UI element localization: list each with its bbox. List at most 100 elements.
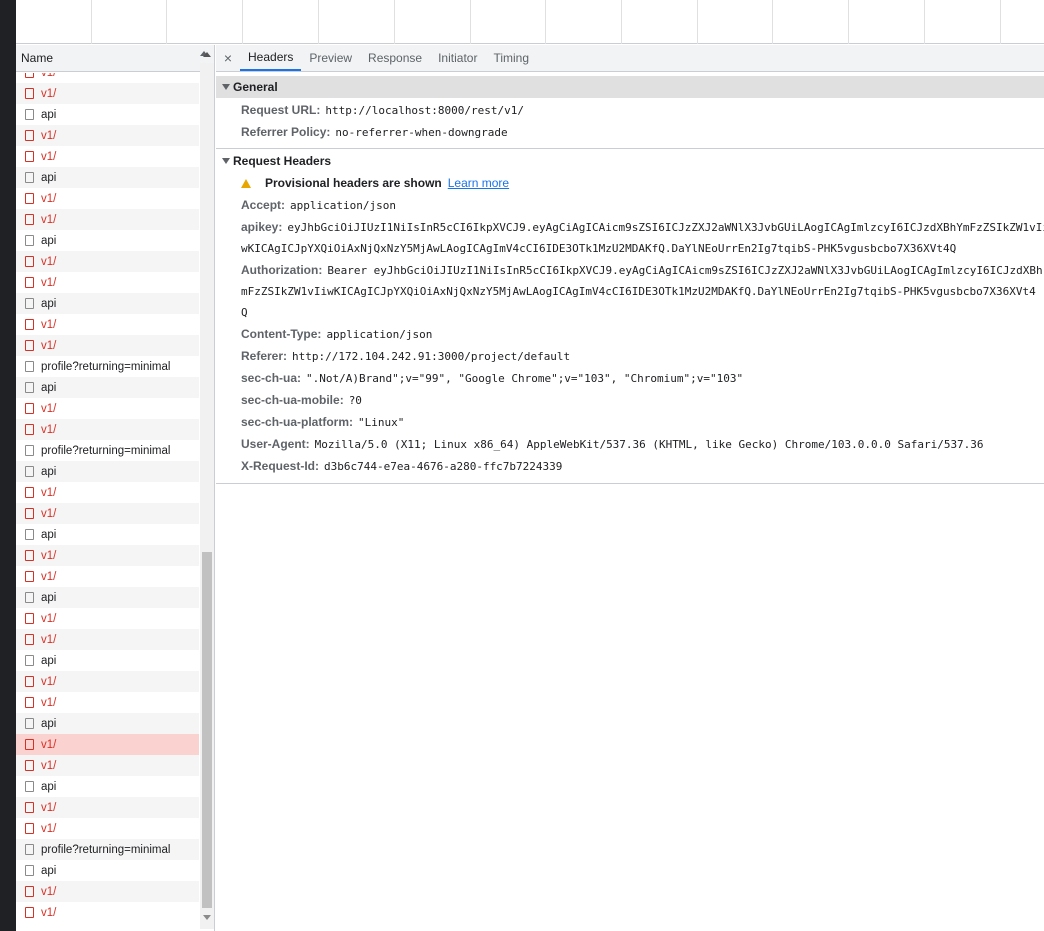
- document-icon: [25, 571, 34, 582]
- header-value: "Linux": [358, 415, 405, 429]
- request-row[interactable]: v1/: [16, 797, 199, 818]
- document-icon: [25, 613, 34, 624]
- request-row[interactable]: v1/: [16, 755, 199, 776]
- request-name: api: [41, 654, 57, 667]
- request-name: v1/: [41, 213, 57, 226]
- request-list-scrollbar[interactable]: [200, 52, 214, 929]
- request-row[interactable]: v1/: [16, 608, 199, 629]
- request-row[interactable]: v1/: [16, 419, 199, 440]
- request-row[interactable]: v1/: [16, 671, 199, 692]
- scroll-down-arrow-icon[interactable]: [203, 915, 211, 920]
- request-headers-section-header[interactable]: Request Headers: [216, 150, 1044, 172]
- request-row[interactable]: v1/: [16, 902, 199, 923]
- header-key: Referer:: [241, 349, 288, 363]
- request-row[interactable]: api: [16, 860, 199, 881]
- request-row[interactable]: api: [16, 587, 199, 608]
- document-icon: [25, 487, 34, 498]
- timeline-gridline: [318, 0, 319, 44]
- request-row[interactable]: v1/: [16, 146, 199, 167]
- request-row[interactable]: v1/: [16, 188, 199, 209]
- request-row[interactable]: api: [16, 776, 199, 797]
- timeline-gridline: [1000, 0, 1001, 44]
- accept-row: Accept: application/json: [241, 194, 1044, 216]
- tab-preview[interactable]: Preview: [301, 45, 360, 71]
- document-icon: [25, 739, 34, 750]
- request-row[interactable]: api: [16, 461, 199, 482]
- general-section-header[interactable]: General: [216, 76, 1044, 98]
- document-icon: [25, 907, 34, 918]
- request-row[interactable]: profile?returning=minimal: [16, 839, 199, 860]
- request-row[interactable]: api: [16, 104, 199, 125]
- request-name: profile?returning=minimal: [41, 360, 171, 373]
- request-row[interactable]: api: [16, 377, 199, 398]
- request-name: api: [41, 234, 57, 247]
- document-icon: [25, 508, 34, 519]
- request-row[interactable]: api: [16, 650, 199, 671]
- request-row[interactable]: v1/: [16, 209, 199, 230]
- request-row[interactable]: v1/: [16, 629, 199, 650]
- request-row[interactable]: v1/: [16, 398, 199, 419]
- request-row[interactable]: v1/: [16, 566, 199, 587]
- request-name: v1/: [41, 549, 57, 562]
- tab-response[interactable]: Response: [360, 45, 430, 71]
- request-name: v1/: [41, 73, 56, 79]
- header-key: Request URL:: [241, 103, 321, 117]
- tab-headers[interactable]: Headers: [240, 45, 302, 71]
- scrollbar-thumb[interactable]: [202, 552, 212, 908]
- request-row[interactable]: api: [16, 293, 199, 314]
- section-divider: [216, 483, 1044, 484]
- request-name: profile?returning=minimal: [41, 444, 171, 457]
- request-row[interactable]: v1/: [16, 818, 199, 839]
- referrer-policy-row: Referrer Policy: no-referrer-when-downgr…: [241, 121, 1044, 143]
- timeline-gridline: [470, 0, 471, 44]
- learn-more-link[interactable]: Learn more: [448, 176, 509, 190]
- request-row[interactable]: v1/: [16, 272, 199, 293]
- request-headers-section-title: Request Headers: [233, 154, 332, 168]
- document-icon: [25, 781, 34, 792]
- request-row[interactable]: api: [16, 230, 199, 251]
- request-row[interactable]: v1/: [16, 503, 199, 524]
- close-details-icon[interactable]: ×: [216, 45, 240, 71]
- request-row[interactable]: v1/: [16, 482, 199, 503]
- request-row[interactable]: v1/: [16, 881, 199, 902]
- timeline-gridline: [697, 0, 698, 44]
- timeline-gridline: [848, 0, 849, 44]
- document-icon: [25, 865, 34, 876]
- request-list-rows: v1/v1/api v1/v1/api v1/v1/api v1/v1/api v1/v…: [16, 73, 199, 923]
- document-icon: [25, 424, 34, 435]
- authorization-row: Authorization: Bearer eyJhbGciOiJIUzI1Ni…: [241, 259, 1044, 281]
- request-row[interactable]: api: [16, 167, 199, 188]
- request-row[interactable]: v1/: [16, 692, 199, 713]
- name-column-header[interactable]: Name: [16, 45, 214, 72]
- request-row[interactable]: v1/: [16, 73, 199, 83]
- request-row[interactable]: api: [16, 524, 199, 545]
- request-name: v1/: [41, 318, 57, 331]
- request-row[interactable]: v1/: [16, 734, 199, 755]
- request-row[interactable]: v1/: [16, 314, 199, 335]
- request-row[interactable]: api: [16, 713, 199, 734]
- tab-initiator[interactable]: Initiator: [430, 45, 485, 71]
- request-row[interactable]: v1/: [16, 83, 199, 104]
- request-row[interactable]: v1/: [16, 335, 199, 356]
- header-value: eyJhbGciOiJIUzI1NiIsInR5cCI6IkpXVCJ9.eyA…: [287, 220, 1044, 234]
- scroll-up-arrow-icon[interactable]: [203, 52, 211, 57]
- document-icon: [25, 130, 34, 141]
- document-icon: [25, 151, 34, 162]
- request-name: v1/: [41, 276, 57, 289]
- request-row[interactable]: profile?returning=minimal: [16, 440, 199, 461]
- request-row[interactable]: v1/: [16, 545, 199, 566]
- request-name: v1/: [41, 633, 57, 646]
- request-row[interactable]: v1/: [16, 251, 199, 272]
- request-row[interactable]: v1/: [16, 125, 199, 146]
- header-value: http://172.104.242.91:3000/project/defau…: [292, 349, 571, 363]
- request-row[interactable]: profile?returning=minimal: [16, 356, 199, 377]
- document-icon: [25, 109, 34, 120]
- request-details-panel: × Headers Preview Response Initiator Tim…: [216, 45, 1044, 931]
- tab-timing[interactable]: Timing: [485, 45, 537, 71]
- document-icon: [25, 676, 34, 687]
- request-name: api: [41, 171, 57, 184]
- request-name: api: [41, 381, 57, 394]
- document-icon: [25, 655, 34, 666]
- network-timeline-overview[interactable]: [16, 0, 1044, 44]
- request-name: v1/: [41, 192, 57, 205]
